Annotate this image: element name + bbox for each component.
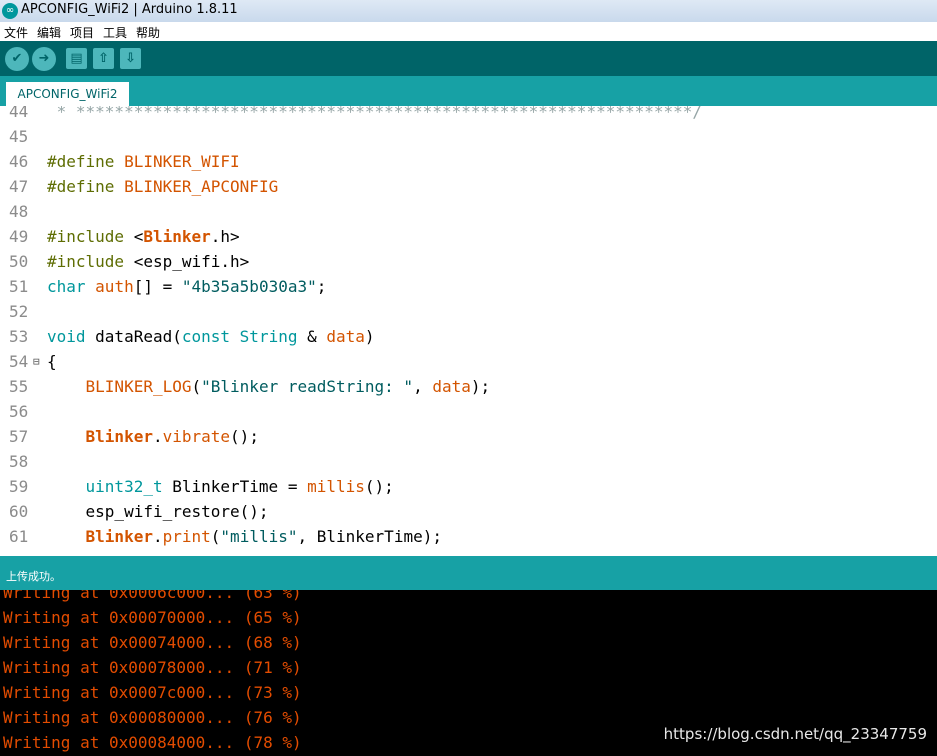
status-bar: 上传成功。 (0, 556, 937, 590)
code-text: Blinker.print("millis", BlinkerTime); (85, 527, 442, 546)
code-text: uint32_t BlinkerTime = millis(); (85, 477, 394, 496)
line-number: 46 (9, 152, 29, 171)
line-number: 54 (9, 352, 29, 371)
menu-edit[interactable]: 编辑 (37, 24, 61, 41)
menu-bar: 文件 编辑 项目 工具 帮助 (0, 22, 937, 41)
code-line[interactable]: 59 uint32_t BlinkerTime = millis(); (0, 474, 937, 499)
code-line[interactable]: 60 esp_wifi_restore(); (0, 499, 937, 524)
code-line[interactable]: 61 Blinker.print("millis", BlinkerTime); (0, 524, 937, 549)
code-text: void dataRead(const String & data) (47, 327, 375, 346)
code-text: * **************************************… (47, 106, 703, 121)
line-number: 57 (9, 427, 29, 446)
line-number: 44 (9, 106, 29, 121)
line-number: 60 (9, 502, 29, 521)
line-number: 45 (9, 127, 29, 146)
console-line: Writing at 0x00078000... (71 %) (3, 658, 302, 677)
code-line[interactable]: 52 (0, 299, 937, 324)
code-line[interactable]: 45 (0, 124, 937, 149)
code-line[interactable]: 53 void dataRead(const String & data) (0, 324, 937, 349)
line-number: 56 (9, 402, 29, 421)
code-text: #define BLINKER_WIFI (47, 152, 240, 171)
line-number: 52 (9, 302, 29, 321)
new-sketch-icon[interactable]: ▤ (66, 48, 87, 69)
upload-icon[interactable]: ➜ (32, 47, 56, 71)
line-number: 55 (9, 377, 29, 396)
menu-sketch[interactable]: 项目 (70, 24, 94, 41)
line-number: 59 (9, 477, 29, 496)
line-number: 51 (9, 277, 29, 296)
code-line[interactable]: 56 (0, 399, 937, 424)
code-text: Blinker.vibrate(); (85, 427, 259, 446)
code-text: char auth[] = "4b35a5b030a3"; (47, 277, 327, 296)
line-number: 49 (9, 227, 29, 246)
verify-icon[interactable]: ✔ (5, 47, 29, 71)
menu-tools[interactable]: 工具 (103, 24, 127, 41)
line-number: 50 (9, 252, 29, 271)
line-number: 47 (9, 177, 29, 196)
code-line[interactable]: 47 #define BLINKER_APCONFIG (0, 174, 937, 199)
line-number: 61 (9, 527, 29, 546)
tab-bar: APCONFIG_WiFi2 (0, 76, 937, 106)
title-bar: ∞ APCONFIG_WiFi2 | Arduino 1.8.11 (0, 0, 937, 22)
code-text: #include <Blinker.h> (47, 227, 240, 246)
code-text: #include <esp_wifi.h> (47, 252, 250, 271)
console-line: Writing at 0x0006c000... (63 %) (3, 590, 302, 602)
code-line[interactable]: 44 * ***********************************… (0, 106, 937, 124)
code-line[interactable]: 58 (0, 449, 937, 474)
code-text: #define BLINKER_APCONFIG (47, 177, 279, 196)
code-line[interactable]: 57 Blinker.vibrate(); (0, 424, 937, 449)
code-line[interactable]: 54 ⊟ { (0, 349, 937, 374)
tab-sketch[interactable]: APCONFIG_WiFi2 (6, 82, 129, 106)
fold-toggle-icon[interactable]: ⊟ (33, 349, 40, 374)
console-line: Writing at 0x00074000... (68 %) (3, 633, 302, 652)
line-number: 48 (9, 202, 29, 221)
menu-file[interactable]: 文件 (4, 24, 28, 41)
code-text: esp_wifi_restore(); (47, 502, 269, 521)
console-line: Writing at 0x0007c000... (73 %) (3, 683, 302, 702)
code-line[interactable]: 55 BLINKER_LOG("Blinker readString: ", d… (0, 374, 937, 399)
window-title: APCONFIG_WiFi2 | Arduino 1.8.11 (21, 2, 238, 17)
code-line[interactable]: 51 char auth[] = "4b35a5b030a3"; (0, 274, 937, 299)
code-editor[interactable]: 44 * ***********************************… (0, 106, 937, 556)
menu-help[interactable]: 帮助 (136, 24, 160, 41)
line-number: 58 (9, 452, 29, 471)
code-line[interactable]: 48 (0, 199, 937, 224)
arduino-app-icon: ∞ (2, 3, 18, 19)
code-text: BLINKER_LOG("Blinker readString: ", data… (85, 377, 491, 396)
console-line: Writing at 0x00070000... (65 %) (3, 608, 302, 627)
toolbar: ✔ ➜ ▤ ⇧ ⇩ (0, 41, 937, 76)
code-line[interactable]: 46 #define BLINKER_WIFI (0, 149, 937, 174)
console-line: Writing at 0x00080000... (76 %) (3, 708, 302, 727)
line-number: 53 (9, 327, 29, 346)
code-line[interactable]: 49 #include <Blinker.h> (0, 224, 937, 249)
open-icon[interactable]: ⇧ (93, 48, 114, 69)
console-line: Writing at 0x00084000... (78 %) (3, 733, 302, 752)
code-text: { (47, 352, 57, 371)
status-message: 上传成功。 (6, 570, 61, 583)
code-line[interactable]: 50 #include <esp_wifi.h> (0, 249, 937, 274)
save-icon[interactable]: ⇩ (120, 48, 141, 69)
watermark: https://blog.csdn.net/qq_23347759 (663, 725, 927, 743)
